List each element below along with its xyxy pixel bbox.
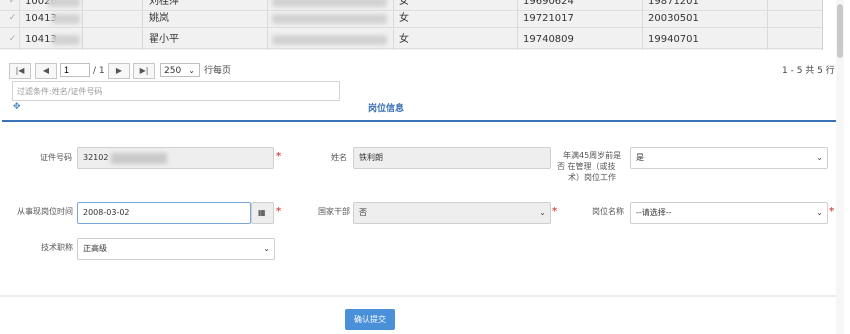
row-checkbox[interactable]: ✓	[7, 13, 18, 24]
required-mark: *	[552, 206, 558, 217]
redacted-block	[52, 35, 80, 45]
redacted-block	[48, 0, 80, 7]
cell-gender: 女	[399, 13, 409, 24]
row-checkbox[interactable]: ✓	[7, 34, 18, 45]
redacted-block	[272, 14, 387, 24]
redacted-block	[272, 0, 387, 7]
table-edge	[822, 0, 823, 50]
start-date-value: 2008-03-02	[83, 208, 130, 217]
table-row[interactable]: ✓ 10413 翟小平 女 19740809 19940701	[0, 32, 822, 49]
submit-button[interactable]: 确认提交	[345, 309, 395, 330]
age45-select[interactable]: 是 ⌄	[630, 147, 828, 169]
per-page-label: 行每页	[204, 66, 232, 76]
redacted-block	[52, 14, 80, 24]
id-field[interactable]: 32102	[77, 147, 274, 169]
cell-gender: 女	[399, 34, 409, 45]
age45-label-line1: 年满45周岁前是	[563, 151, 622, 160]
required-mark: *	[829, 206, 835, 217]
redacted-block	[111, 153, 167, 164]
cell-work-date: 19871201	[648, 0, 699, 7]
chevron-down-icon: ⌄	[816, 153, 823, 162]
cadre-select[interactable]: 否 ⌄	[353, 202, 551, 224]
cadre-value: 否	[359, 208, 367, 217]
cell-work-date: 19940701	[648, 34, 699, 45]
age45-label-line3: 术）岗位工作	[568, 173, 616, 182]
age45-label-line2: 否 在管理（或技	[557, 162, 616, 171]
filter-input[interactable]: 过滤条件:姓名/证件号码	[12, 81, 340, 101]
last-page-icon[interactable]: ▶|	[133, 63, 155, 79]
prev-page-icon[interactable]: ◀	[35, 63, 57, 79]
cell-name: 翟小平	[149, 34, 179, 45]
start-date-label: 从事现岗位时间	[17, 207, 73, 216]
post-label: 岗位名称	[592, 207, 624, 216]
cell-work-date: 20030501	[648, 13, 699, 24]
id-value: 32102	[83, 153, 109, 162]
table-row[interactable]: ✓ 10026 刘桂萍 女 19690624 19871201	[0, 0, 822, 11]
cell-birth: 19740809	[523, 34, 574, 45]
cell-birth: 19690624	[523, 0, 574, 7]
required-mark: *	[276, 151, 282, 162]
chevron-down-icon: ⌄	[816, 208, 823, 217]
cell-birth: 19721017	[523, 13, 574, 24]
name-value: 铁利朗	[359, 153, 383, 162]
chevron-down-icon: ⌄	[539, 208, 546, 217]
page-total: / 1	[93, 66, 105, 76]
title-label: 技术职称	[41, 243, 73, 252]
cadre-label: 国家干部	[318, 207, 350, 216]
section-divider	[2, 120, 836, 122]
start-date-input[interactable]: 2008-03-02	[77, 202, 251, 224]
cell-name: 刘桂萍	[149, 0, 179, 7]
next-page-icon[interactable]: ▶	[108, 63, 130, 79]
cell-gender: 女	[399, 0, 409, 7]
section-title: 岗位信息	[368, 104, 405, 114]
move-icon[interactable]: ✥	[13, 102, 21, 112]
chevron-down-icon: ⌄	[263, 244, 270, 253]
name-label: 姓名	[331, 153, 347, 162]
page-size-select[interactable]: 250 ⌄	[160, 63, 200, 77]
name-field[interactable]: 铁利朗	[353, 147, 551, 169]
pager-summary: 1 - 5 共 5 行	[782, 66, 835, 76]
first-page-icon[interactable]: |◀	[9, 63, 31, 79]
chevron-down-icon: ⌄	[188, 66, 195, 75]
calendar-icon[interactable]: ▦	[251, 202, 274, 224]
scrollbar-thumb[interactable]	[837, 4, 843, 58]
redacted-block	[272, 35, 387, 45]
age45-value: 是	[636, 153, 644, 162]
footer-divider	[0, 295, 836, 297]
post-value: --请选择--	[636, 208, 672, 217]
page-number-input[interactable]	[60, 63, 90, 77]
page-size-value: 250	[164, 66, 182, 76]
required-mark: *	[276, 206, 282, 217]
cell-name: 姚岚	[149, 13, 169, 24]
title-value: 正高级	[83, 244, 107, 253]
data-table: ✓ 10026 刘桂萍 女 19690624 19871201 ✓ 10413 …	[0, 0, 822, 50]
title-select[interactable]: 正高级 ⌄	[77, 238, 275, 260]
post-select[interactable]: --请选择-- ⌄	[630, 202, 828, 224]
id-label: 证件号码	[40, 153, 72, 162]
table-row[interactable]: ✓ 10413 姚岚 女 19721017 20030501	[0, 11, 822, 28]
row-checkbox[interactable]: ✓	[7, 0, 18, 7]
